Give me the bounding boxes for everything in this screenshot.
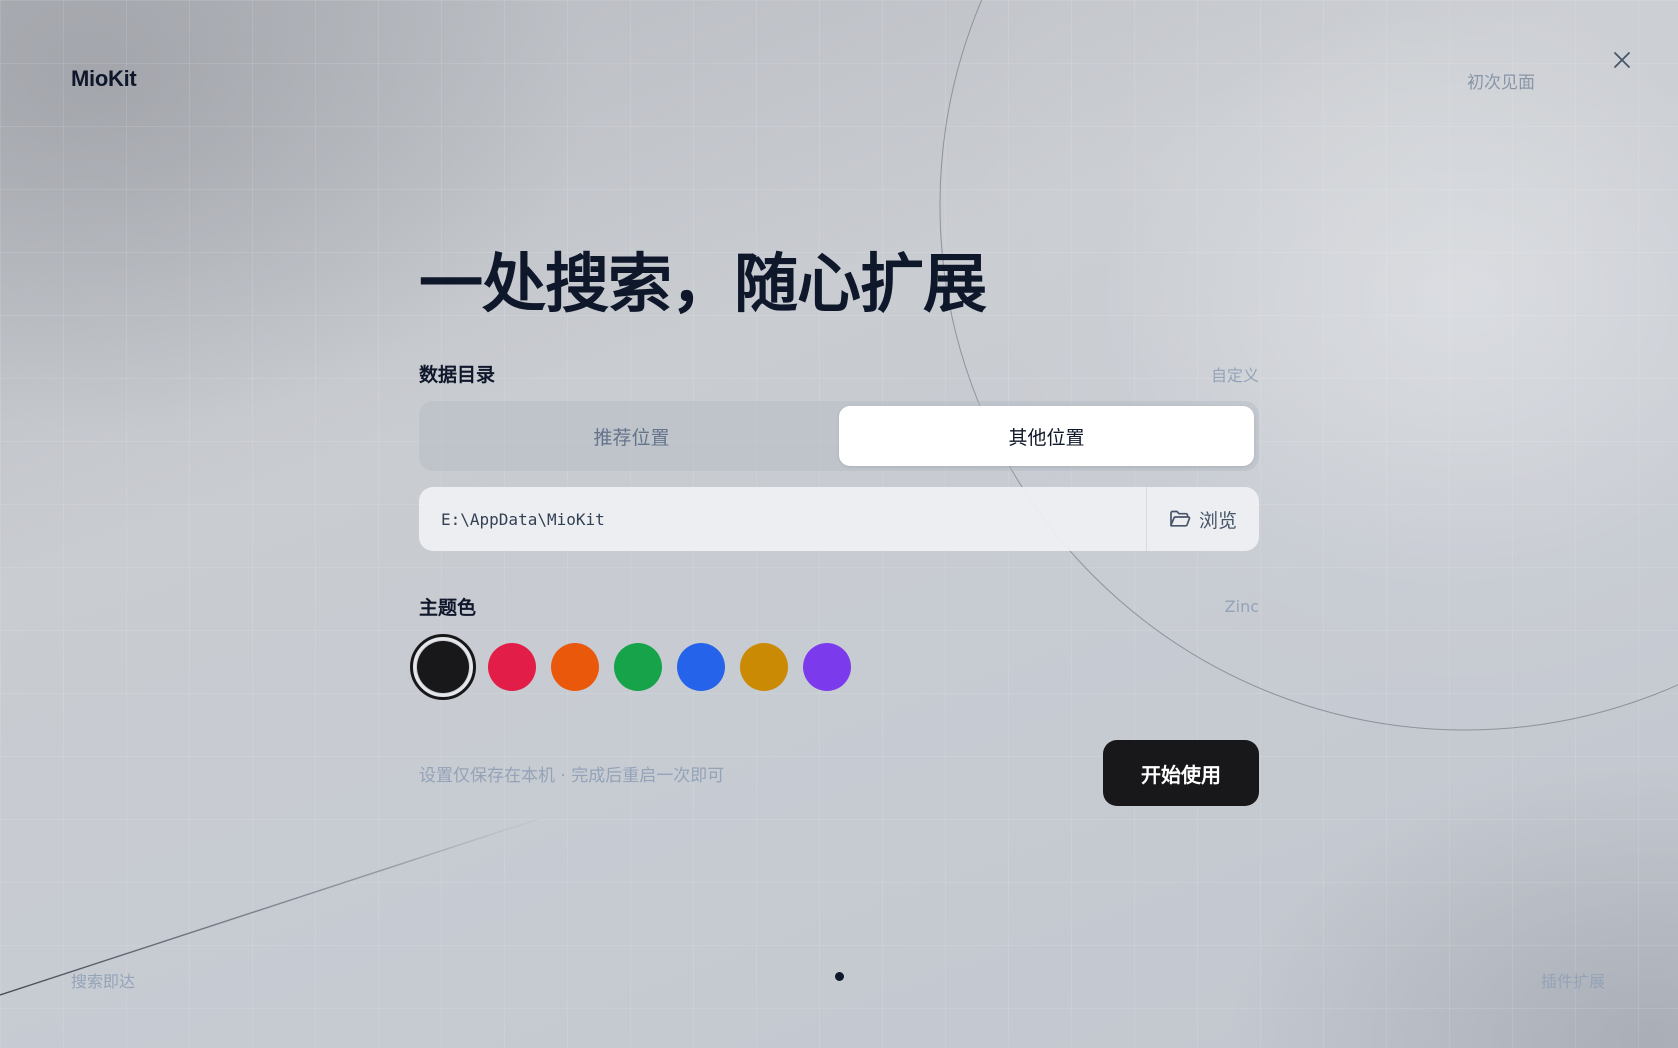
page-title: 一处搜索，随心扩展	[419, 248, 987, 322]
browse-button[interactable]: 浏览	[1146, 487, 1259, 551]
data-dir-hint: 自定义	[1210, 365, 1259, 385]
feature-label-search: 搜索即达	[71, 972, 136, 991]
option-recommended-location[interactable]: 推荐位置	[424, 406, 839, 466]
close-icon	[1614, 52, 1630, 68]
setup-panel: 一处搜索，随心扩展 数据目录 自定义 推荐位置 其他位置 浏览 主题色 Zinc	[410, 240, 1259, 806]
data-dir-path-input[interactable]	[419, 487, 1146, 551]
option-other-location[interactable]: 其他位置	[839, 406, 1254, 466]
data-dir-segmented-control: 推荐位置 其他位置	[419, 401, 1259, 471]
theme-label: 主题色	[419, 597, 477, 619]
start-button[interactable]: 开始使用	[1103, 740, 1259, 806]
app-logo: MioKit	[71, 66, 137, 91]
swatch-rose[interactable]	[488, 643, 536, 691]
swatch-blue[interactable]	[677, 643, 725, 691]
theme-color-swatches	[410, 634, 1259, 700]
data-dir-label: 数据目录	[419, 364, 496, 386]
swatch-green[interactable]	[614, 643, 662, 691]
page-indicator-dot[interactable]	[835, 972, 844, 981]
swatch-orange[interactable]	[551, 643, 599, 691]
swatch-violet[interactable]	[803, 643, 851, 691]
data-dir-path-box: 浏览	[419, 487, 1259, 551]
swatch-zinc[interactable]	[410, 634, 476, 700]
browse-label: 浏览	[1198, 509, 1237, 532]
theme-selected-name: Zinc	[1224, 597, 1259, 616]
folder-open-icon	[1170, 510, 1191, 527]
theme-header: 主题色 Zinc	[419, 593, 1259, 620]
settings-note: 设置仅保存在本机 · 完成后重启一次即可	[419, 765, 725, 786]
feature-label-plugins: 插件扩展	[1541, 972, 1606, 991]
data-dir-header: 数据目录 自定义	[419, 360, 1259, 387]
swatch-amber[interactable]	[740, 643, 788, 691]
close-button[interactable]	[1606, 44, 1638, 76]
step-label: 初次见面	[1467, 73, 1535, 93]
action-row: 设置仅保存在本机 · 完成后重启一次即可 开始使用	[419, 740, 1259, 806]
onboarding-window: MioKit 初次见面 一处搜索，随心扩展 数据目录 自定义 推荐位置 其他位置…	[0, 0, 1678, 1048]
